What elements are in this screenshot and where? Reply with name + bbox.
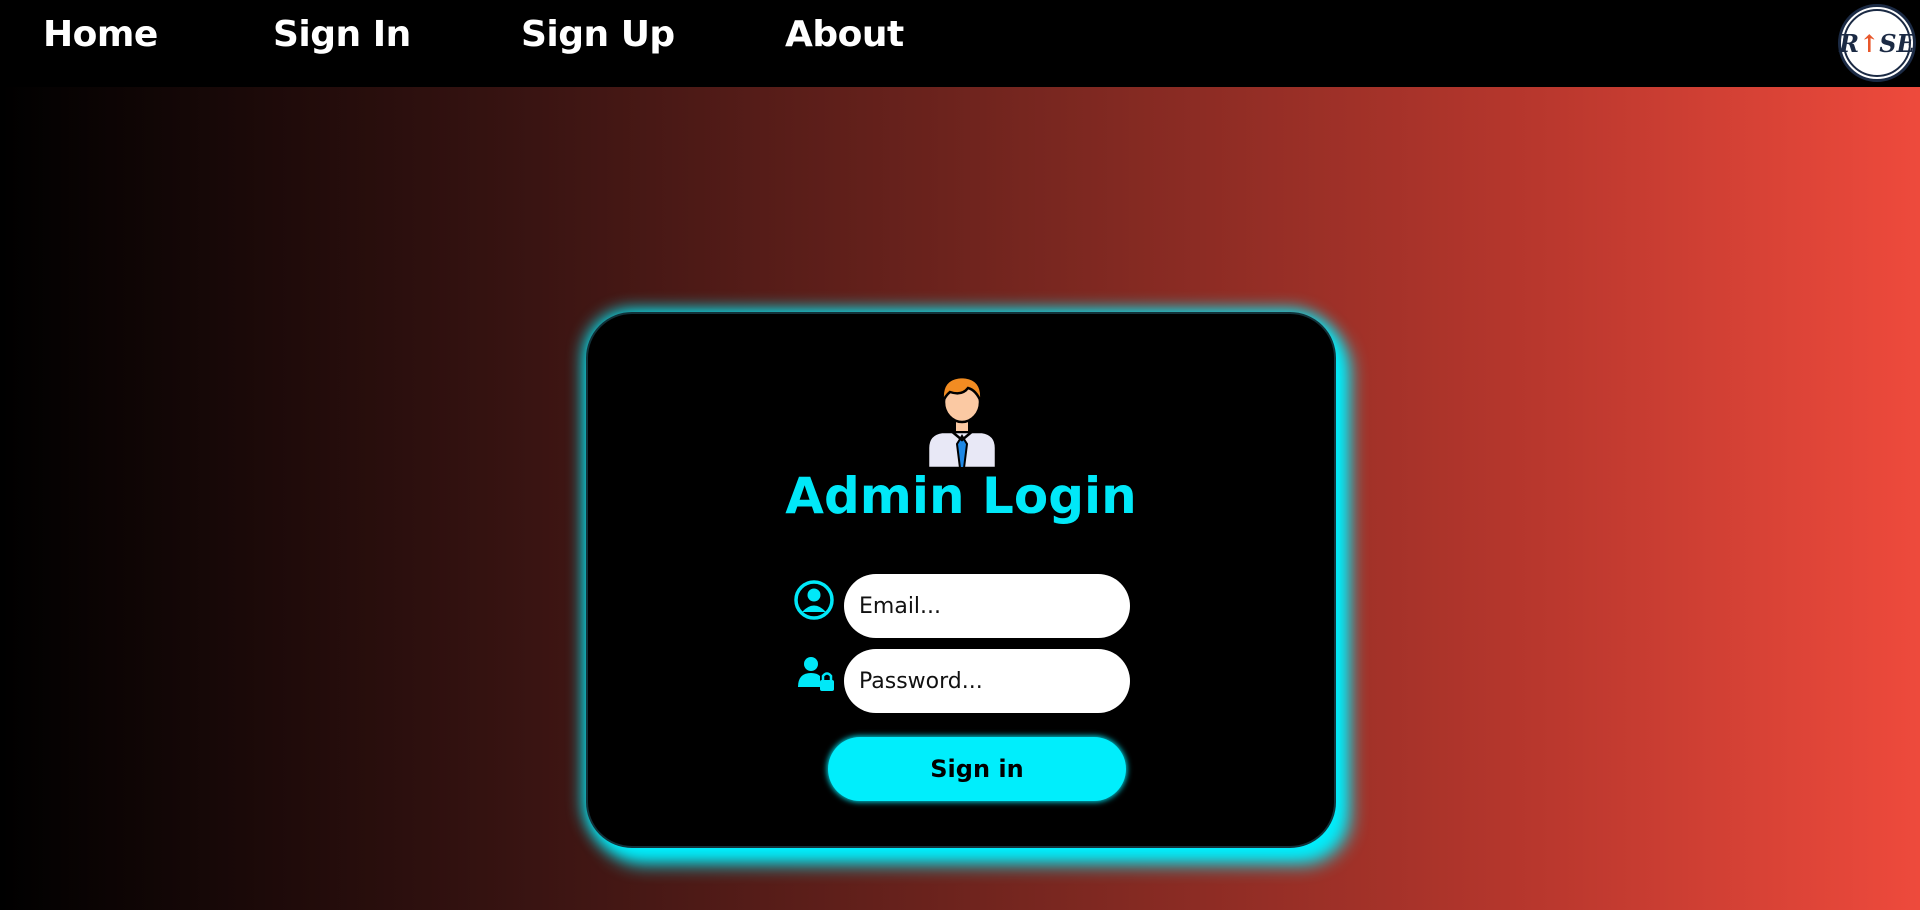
sign-in-button[interactable]: Sign in [828,737,1126,801]
top-navbar: Home Sign In Sign Up About R ↑ SE [0,0,1920,87]
user-circle-icon [794,580,834,620]
nav-sign-in-link[interactable]: Sign In [273,14,411,55]
admin-login-title: Admin Login [785,467,1137,525]
rise-logo-mark: R ↑ SE [1839,9,1915,77]
nav-sign-up-link[interactable]: Sign Up [521,14,675,55]
password-input[interactable] [844,649,1130,713]
email-input[interactable] [844,574,1130,638]
nav-home-link[interactable]: Home [43,14,158,55]
nav-about-link[interactable]: About [785,14,904,55]
rise-logo[interactable]: R ↑ SE [1838,4,1916,82]
user-lock-icon [798,657,834,691]
admin-login-card: Admin Login Sign in [586,312,1336,848]
admin-avatar-icon [926,375,998,468]
